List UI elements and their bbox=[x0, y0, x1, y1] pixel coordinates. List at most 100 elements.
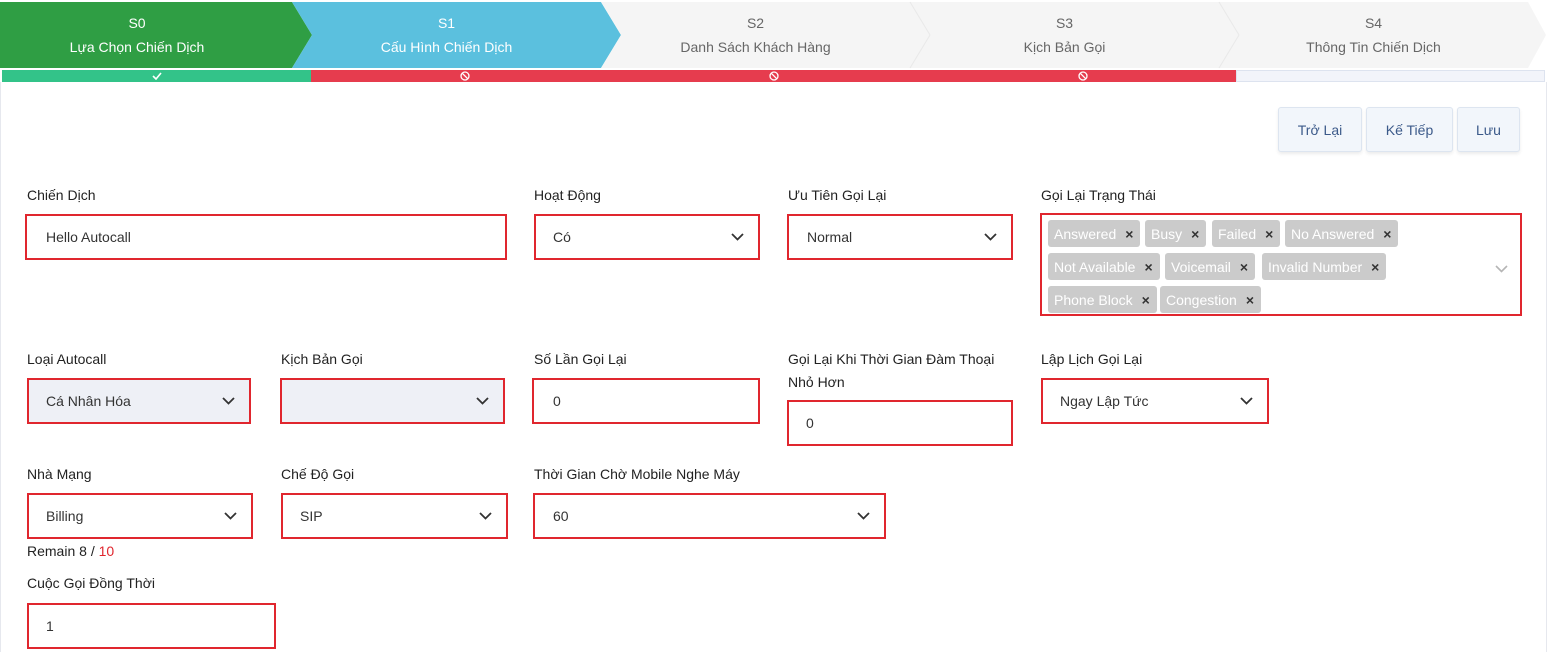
recall-status-multiselect[interactable]: Answered × Busy × Failed × No Answered × Not… bbox=[1040, 213, 1522, 316]
mobile-wait-value: 60 bbox=[553, 508, 569, 524]
tag-label: Busy bbox=[1151, 225, 1183, 242]
campaign-input[interactable]: Hello Autocall bbox=[25, 214, 507, 260]
step-status-s0 bbox=[2, 70, 311, 82]
config-form-card bbox=[0, 82, 1547, 652]
tag-label: Invalid Number bbox=[1268, 258, 1363, 275]
step-s3[interactable]: S3 Kịch Bản Gọi bbox=[910, 0, 1219, 70]
remain-max: 10 bbox=[98, 543, 115, 559]
tag-label: No Answered bbox=[1291, 225, 1375, 242]
recall-priority-value: Normal bbox=[807, 229, 853, 245]
active-value: Có bbox=[553, 229, 571, 245]
remove-tag-icon[interactable]: × bbox=[1265, 226, 1273, 242]
script-select[interactable] bbox=[280, 378, 505, 424]
recall-short-label-line1: Gọi Lại Khi Thời Gian Đàm Thoại bbox=[788, 351, 995, 367]
check-icon bbox=[151, 70, 163, 82]
step-code: S4 bbox=[1364, 15, 1383, 31]
step-title: Danh Sách Khách Hàng bbox=[680, 39, 831, 55]
chevron-down-icon bbox=[223, 509, 237, 523]
chevron-down-icon bbox=[856, 509, 870, 523]
chevron-down-icon bbox=[1239, 394, 1253, 408]
step-status-s2 bbox=[620, 70, 929, 82]
recall-short-label-line2: Nhỏ Hơn bbox=[788, 374, 845, 390]
remain-separator: / bbox=[86, 543, 99, 559]
step-title: Lựa Chọn Chiến Dịch bbox=[69, 39, 205, 55]
chevron-down-icon bbox=[475, 394, 489, 408]
remain-current: 8 bbox=[79, 543, 87, 559]
carrier-select[interactable]: Billing bbox=[27, 493, 253, 539]
campaign-value: Hello Autocall bbox=[46, 229, 131, 245]
step-s2[interactable]: S2 Danh Sách Khách Hàng bbox=[601, 0, 910, 70]
remove-tag-icon[interactable]: × bbox=[1240, 259, 1248, 275]
recall-short-value: 0 bbox=[806, 415, 814, 431]
chevron-down-icon bbox=[221, 394, 235, 408]
remove-tag-icon[interactable]: × bbox=[1246, 292, 1254, 308]
active-select[interactable]: Có bbox=[534, 214, 760, 260]
recall-schedule-label: Lập Lịch Gọi Lại bbox=[1041, 351, 1143, 367]
recall-priority-label: Ưu Tiên Gọi Lại bbox=[788, 187, 887, 203]
tag-congestion: Congestion × bbox=[1160, 286, 1262, 313]
chevron-down-icon bbox=[983, 230, 997, 244]
call-mode-label: Chế Độ Gọi bbox=[281, 466, 355, 482]
recall-count-value: 0 bbox=[553, 393, 561, 409]
step-title: Cấu Hình Chiến Dịch bbox=[380, 39, 513, 55]
mobile-wait-label: Thời Gian Chờ Mobile Nghe Máy bbox=[534, 466, 740, 482]
ban-icon bbox=[1077, 70, 1089, 82]
remove-tag-icon[interactable]: × bbox=[1383, 226, 1391, 242]
tag-label: Voicemail bbox=[1171, 258, 1231, 275]
carrier-label: Nhà Mạng bbox=[27, 466, 92, 482]
tag-label: Not Available bbox=[1054, 258, 1136, 275]
carrier-value: Billing bbox=[46, 508, 84, 524]
ban-icon bbox=[459, 70, 471, 82]
save-button[interactable]: Lưu bbox=[1457, 107, 1520, 152]
concurrent-input[interactable]: 1 bbox=[27, 603, 276, 649]
tag-not-available: Not Available × bbox=[1048, 253, 1160, 280]
tag-invalid-number: Invalid Number × bbox=[1262, 253, 1387, 280]
recall-schedule-value: Ngay Lập Tức bbox=[1060, 393, 1149, 409]
next-button[interactable]: Kế Tiếp bbox=[1366, 107, 1453, 152]
step-s1[interactable]: S1 Cấu Hình Chiến Dịch bbox=[292, 0, 601, 70]
recall-count-input[interactable]: 0 bbox=[532, 378, 760, 424]
script-label: Kịch Bản Gọi bbox=[281, 351, 363, 367]
campaign-label: Chiến Dịch bbox=[27, 187, 96, 203]
concurrent-label: Cuộc Gọi Đồng Thời bbox=[27, 575, 155, 591]
tag-label: Congestion bbox=[1166, 291, 1237, 308]
remain-prefix: Remain bbox=[27, 543, 76, 559]
chevron-down-icon[interactable] bbox=[1495, 260, 1508, 278]
step-s4[interactable]: S4 Thông Tin Chiến Dịch bbox=[1219, 0, 1528, 70]
autocall-type-value: Cá Nhân Hóa bbox=[46, 393, 131, 409]
tag-voicemail: Voicemail × bbox=[1165, 253, 1256, 280]
recall-schedule-select[interactable]: Ngay Lập Tức bbox=[1041, 378, 1269, 424]
tag-label: Phone Block bbox=[1054, 291, 1133, 308]
recall-count-label: Số Lần Gọi Lại bbox=[534, 351, 627, 367]
step-status-s4 bbox=[1236, 70, 1545, 82]
recall-short-input[interactable]: 0 bbox=[787, 400, 1013, 446]
remove-tag-icon[interactable]: × bbox=[1191, 226, 1199, 242]
wizard-stepper: S0 Lựa Chọn Chiến Dịch S1 Cấu Hình Chiến… bbox=[0, 0, 1556, 70]
recall-status-label: Gọi Lại Trạng Thái bbox=[1041, 187, 1156, 203]
step-s0[interactable]: S0 Lựa Chọn Chiến Dịch bbox=[0, 0, 274, 70]
autocall-type-label: Loại Autocall bbox=[27, 351, 107, 367]
tag-no-answered: No Answered × bbox=[1285, 220, 1399, 247]
step-title: Kịch Bản Gọi bbox=[1023, 39, 1106, 55]
autocall-type-select[interactable]: Cá Nhân Hóa bbox=[27, 378, 251, 424]
remove-tag-icon[interactable]: × bbox=[1371, 259, 1379, 275]
concurrent-value: 1 bbox=[46, 618, 54, 634]
step-code: S1 bbox=[437, 15, 456, 31]
tag-phone-block: Phone Block × bbox=[1048, 286, 1157, 313]
active-label: Hoạt Động bbox=[534, 187, 601, 203]
chevron-down-icon bbox=[478, 509, 492, 523]
mobile-wait-select[interactable]: 60 bbox=[533, 493, 886, 539]
step-title: Thông Tin Chiến Dịch bbox=[1306, 39, 1441, 55]
step-code: S0 bbox=[128, 15, 146, 31]
call-mode-value: SIP bbox=[300, 508, 323, 524]
remove-tag-icon[interactable]: × bbox=[1144, 259, 1152, 275]
step-status-s3 bbox=[929, 70, 1236, 82]
remove-tag-icon[interactable]: × bbox=[1125, 226, 1133, 242]
call-mode-select[interactable]: SIP bbox=[281, 493, 508, 539]
remove-tag-icon[interactable]: × bbox=[1142, 292, 1150, 308]
tag-failed: Failed × bbox=[1212, 220, 1281, 247]
back-button[interactable]: Trở Lại bbox=[1278, 107, 1362, 152]
step-status-s1 bbox=[311, 70, 620, 82]
recall-priority-select[interactable]: Normal bbox=[787, 214, 1013, 260]
ban-icon bbox=[768, 70, 780, 82]
